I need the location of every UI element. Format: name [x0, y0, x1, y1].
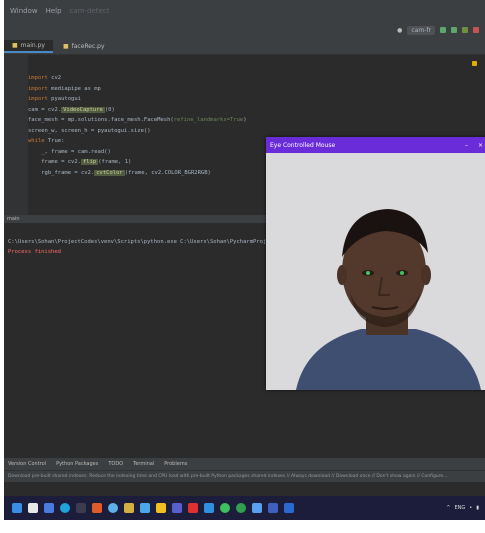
menu-help[interactable]: Help [46, 7, 62, 15]
camera-window-title: Eye Controlled Mouse [270, 141, 336, 149]
explorer-icon[interactable] [76, 503, 86, 513]
whatsapp-icon[interactable] [220, 503, 230, 513]
user-icon[interactable]: ● [397, 27, 402, 34]
spotify-icon[interactable] [236, 503, 246, 513]
status-bar: Download pre-built shared indexes: Reduc… [4, 470, 485, 482]
debug-icon[interactable] [451, 27, 457, 33]
youtube-icon[interactable] [188, 503, 198, 513]
tool-todo[interactable]: TODO [108, 461, 123, 467]
run-icon[interactable] [440, 27, 446, 33]
code-line: import mediapipe as mp [28, 85, 101, 92]
tool-python-packages[interactable]: Python Packages [56, 461, 98, 467]
close-button[interactable]: × [478, 142, 483, 149]
coverage-icon[interactable] [462, 27, 468, 33]
line-number-gutter [4, 55, 28, 215]
code-line: screen_w, screen_h = pyautogui.size() [28, 127, 151, 134]
chevron-up-icon[interactable]: ^ [446, 505, 450, 511]
run-panel-label[interactable]: main [7, 216, 20, 222]
battery-icon[interactable]: ▮ [476, 505, 479, 511]
webcam-feed [266, 153, 485, 390]
minimize-button[interactable]: – [465, 142, 468, 149]
code-line: face_mesh = mp.solutions.face_mesh.FaceM… [28, 117, 247, 123]
code-line: import pyautogui [28, 96, 81, 102]
store-icon[interactable] [92, 503, 102, 513]
tab-main[interactable]: ■ main.py [4, 39, 53, 53]
pycharm-icon[interactable] [140, 503, 150, 513]
menu-bar: Window Help cam-detect [4, 0, 485, 22]
bottom-tool-bar: Version Control Python Packages TODO Ter… [4, 458, 485, 470]
code-line: cam = cv2. VideoCapture (0) [28, 106, 115, 113]
settings-icon[interactable] [124, 503, 134, 513]
chrome-icon[interactable] [108, 503, 118, 513]
webcam-image [266, 153, 485, 390]
menu-window[interactable]: Window [10, 7, 38, 15]
run-config-select[interactable]: cam-fr [407, 25, 435, 35]
wifi-icon[interactable]: • [469, 505, 472, 511]
tool-terminal[interactable]: Terminal [133, 461, 154, 467]
tool-problems[interactable]: Problems [164, 461, 187, 467]
edge-icon[interactable] [60, 503, 70, 513]
vscode-icon[interactable] [204, 503, 214, 513]
widgets-icon[interactable] [44, 503, 54, 513]
camera-icon[interactable] [268, 503, 278, 513]
python-file-icon: ■ [62, 42, 69, 50]
teams-icon[interactable] [172, 503, 182, 513]
search-icon[interactable] [28, 503, 38, 513]
language-indicator[interactable]: ENG [455, 505, 466, 511]
python-file-icon: ■ [12, 41, 18, 49]
camera-window[interactable]: Eye Controlled Mouse – × [266, 137, 485, 390]
tab-label: main.py [20, 41, 45, 49]
editor-tabs: ■ main.py ■ faceRec.py [4, 38, 485, 55]
tool-version-control[interactable]: Version Control [8, 461, 46, 467]
tab-label: faceRec.py [71, 42, 105, 50]
system-tray: ^ ENG • ▮ [446, 505, 479, 511]
windows-taskbar: ^ ENG • ▮ [4, 496, 485, 520]
warning-icon[interactable] [472, 61, 477, 66]
stop-icon[interactable] [473, 27, 479, 33]
camera-window-titlebar[interactable]: Eye Controlled Mouse – × [266, 137, 485, 153]
tab-facerec[interactable]: ■ faceRec.py [55, 41, 113, 52]
monitor-screen: Window Help cam-detect ● cam-fr ■ main.p… [4, 0, 485, 520]
photos-icon[interactable] [252, 503, 262, 513]
code-line: import cv2 [28, 75, 62, 81]
toolbar: ● cam-fr [4, 22, 485, 38]
vlc-icon[interactable] [156, 503, 166, 513]
window-title: cam-detect [69, 7, 110, 15]
mail-icon[interactable] [284, 503, 294, 513]
start-icon[interactable] [12, 503, 22, 513]
